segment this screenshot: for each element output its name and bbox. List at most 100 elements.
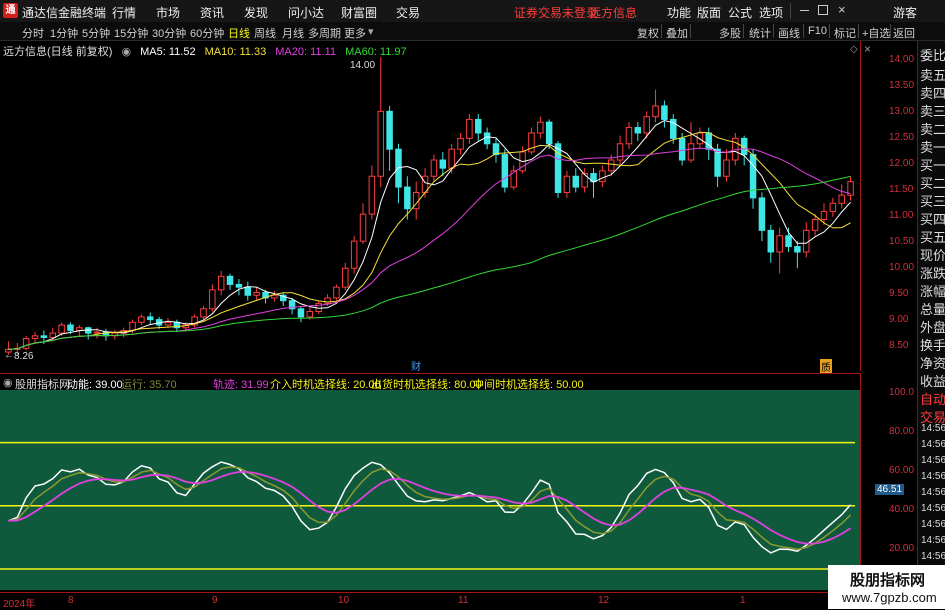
quality-marker[interactable]: 质 [820,359,832,374]
fuquan-button[interactable]: 复权 [637,25,659,41]
candle[interactable] [811,219,819,231]
candle[interactable] [607,159,615,172]
period-1min[interactable]: 1分钟 [50,25,78,41]
candle[interactable] [581,173,588,188]
menu-gongneng[interactable]: 功能 [667,4,691,21]
menu-faxian[interactable]: 发现 [244,4,268,21]
candle[interactable] [820,210,828,221]
menu-zixun[interactable]: 资讯 [200,4,224,21]
candle[interactable] [599,170,606,183]
candle[interactable] [253,292,260,296]
candle[interactable] [386,110,393,150]
candle[interactable] [333,286,340,299]
candle[interactable] [625,127,633,145]
menu-caifuquan[interactable]: 财富圈 [341,4,377,21]
minimize-icon[interactable] [800,10,809,11]
period-60min[interactable]: 60分钟 [190,25,224,41]
candle[interactable] [652,105,659,118]
candle[interactable] [545,121,553,145]
stock-info-link[interactable]: 远方信息 [589,4,637,21]
close-icon[interactable]: × [838,2,846,17]
candle[interactable] [572,175,580,188]
trade-login-warning[interactable]: 证券交易未登录 [514,4,598,21]
candle[interactable] [714,148,721,177]
period-5min[interactable]: 5分钟 [82,25,110,41]
candle[interactable] [634,127,642,134]
candle[interactable] [350,240,358,269]
period-15min[interactable]: 15分钟 [114,25,148,41]
candle[interactable] [342,267,349,288]
auto-trade-label[interactable]: 自动 [920,389,945,408]
candle[interactable] [466,118,473,139]
candle[interactable] [785,235,792,248]
candle[interactable] [758,197,766,231]
candle[interactable] [723,159,730,177]
candle[interactable] [475,118,482,134]
candle[interactable] [93,331,101,334]
menu-jiaoyi[interactable]: 交易 [396,4,420,21]
multi-stock-button[interactable]: 多股 [719,25,741,41]
period-weekly[interactable]: 周线 [254,25,276,41]
period-multi[interactable]: 多周期 [308,25,341,41]
candle[interactable] [271,294,278,299]
candle[interactable] [76,327,83,331]
overlay-button[interactable]: 叠加 [666,25,688,41]
candle[interactable] [430,159,438,177]
candle[interactable] [439,159,447,169]
candle[interactable] [40,335,48,338]
add-favorite-button[interactable]: +自选 [862,25,890,41]
candle[interactable] [58,324,65,334]
candlestick-chart[interactable] [0,41,915,371]
candle[interactable] [537,121,544,134]
period-fenshi[interactable]: 分时 [22,25,44,41]
candle[interactable] [67,324,74,331]
candle[interactable] [802,229,810,253]
candle[interactable] [147,316,154,321]
mark-button[interactable]: 标记 [834,25,856,41]
candle[interactable] [164,321,172,326]
candle[interactable] [678,137,686,161]
guest-user[interactable]: 游客 [893,4,917,21]
candle[interactable] [404,186,411,210]
candle[interactable] [209,289,216,310]
candle[interactable] [616,143,624,161]
candle[interactable] [217,275,225,291]
period-monthly[interactable]: 月线 [282,25,304,41]
candle[interactable] [368,175,376,215]
candle[interactable] [457,137,464,150]
candle[interactable] [306,310,314,318]
candle[interactable] [776,235,783,253]
draw-line-button[interactable]: 画线 [778,25,800,41]
candle[interactable] [138,316,145,323]
menu-gongshi[interactable]: 公式 [728,4,752,21]
back-button[interactable]: 返回 [893,25,915,41]
indicator-settings-icon[interactable]: ◉ [3,376,13,389]
candle[interactable] [501,154,509,188]
candle[interactable] [200,308,207,318]
candle[interactable] [767,229,775,253]
diamond-icon[interactable]: ◇ [850,44,858,55]
finance-marker[interactable]: 财 [411,358,421,373]
menu-hangqing[interactable]: 行情 [112,4,136,21]
candle[interactable] [324,297,331,304]
indicator-chart[interactable] [0,390,860,590]
menu-wenxiaoda[interactable]: 问小达 [288,4,324,21]
candle[interactable] [244,286,252,296]
candle[interactable] [794,246,801,253]
candle[interactable] [226,275,234,285]
menu-shichang[interactable]: 市场 [156,4,180,21]
period-30min[interactable]: 30分钟 [152,25,186,41]
candle[interactable] [377,110,384,177]
restore-icon[interactable] [818,5,828,15]
candle[interactable] [297,308,305,318]
settings-circle-icon[interactable]: ◉ [121,46,131,58]
menu-banmian[interactable]: 版面 [697,4,721,21]
candle[interactable] [22,338,30,349]
menu-xuanxiang[interactable]: 选项 [759,4,783,21]
period-daily[interactable]: 日线 [228,25,250,41]
candle[interactable] [359,213,367,242]
candle[interactable] [49,332,57,338]
period-more[interactable]: 更多 [344,25,366,41]
stats-button[interactable]: 统计 [749,25,771,41]
candle[interactable] [448,148,455,169]
